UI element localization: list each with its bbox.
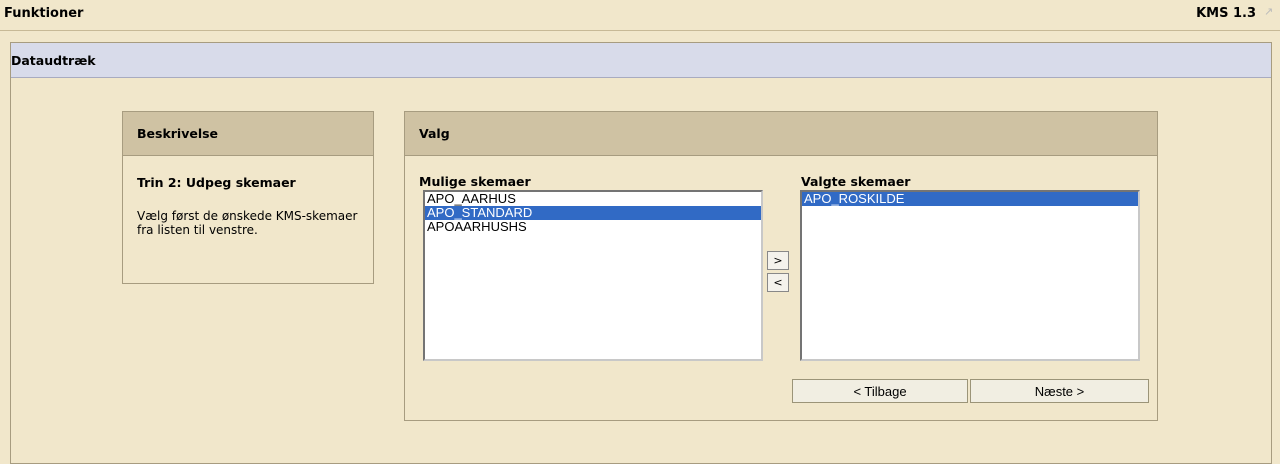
main-panel: Dataudtræk Beskrivelse Trin 2: Udpeg ske…: [10, 42, 1272, 464]
back-button[interactable]: < Tilbage: [792, 379, 968, 403]
version-label: KMS 1.3: [1196, 6, 1256, 21]
selection-title: Valg: [419, 126, 450, 141]
selected-label: Valgte skemaer: [801, 174, 911, 189]
description-title: Beskrivelse: [137, 126, 219, 141]
top-bar: Funktioner KMS 1.3 ↗: [0, 0, 1280, 31]
description-header: Beskrivelse: [123, 112, 373, 156]
next-button[interactable]: Næste >: [970, 379, 1149, 403]
selection-header: Valg: [405, 112, 1157, 156]
panel-title: Dataudtræk: [11, 53, 96, 68]
expand-icon[interactable]: ↗: [1264, 6, 1276, 18]
panel-header: Dataudtræk: [11, 43, 1271, 78]
list-option[interactable]: APO_STANDARD: [425, 206, 761, 220]
list-option[interactable]: APO_AARHUS: [425, 192, 761, 206]
description-box: Beskrivelse Trin 2: Udpeg skemaer Vælg f…: [122, 111, 374, 284]
selected-schemas-list[interactable]: APO_ROSKILDE: [800, 190, 1140, 361]
remove-button[interactable]: <: [767, 273, 789, 292]
step-description: Vælg først de ønskede KMS-skemaer fra li…: [137, 209, 358, 237]
add-button[interactable]: >: [767, 251, 789, 270]
selection-box: Valg Mulige skemaer Valgte skemaer APO_A…: [404, 111, 1158, 421]
available-label: Mulige skemaer: [419, 174, 531, 189]
available-schemas-list[interactable]: APO_AARHUS APO_STANDARD APOAARHUSHS: [423, 190, 763, 361]
step-title: Trin 2: Udpeg skemaer: [137, 175, 296, 190]
list-option[interactable]: APO_ROSKILDE: [802, 192, 1138, 206]
list-option[interactable]: APOAARHUSHS: [425, 220, 761, 234]
app-title: Funktioner: [4, 6, 84, 21]
